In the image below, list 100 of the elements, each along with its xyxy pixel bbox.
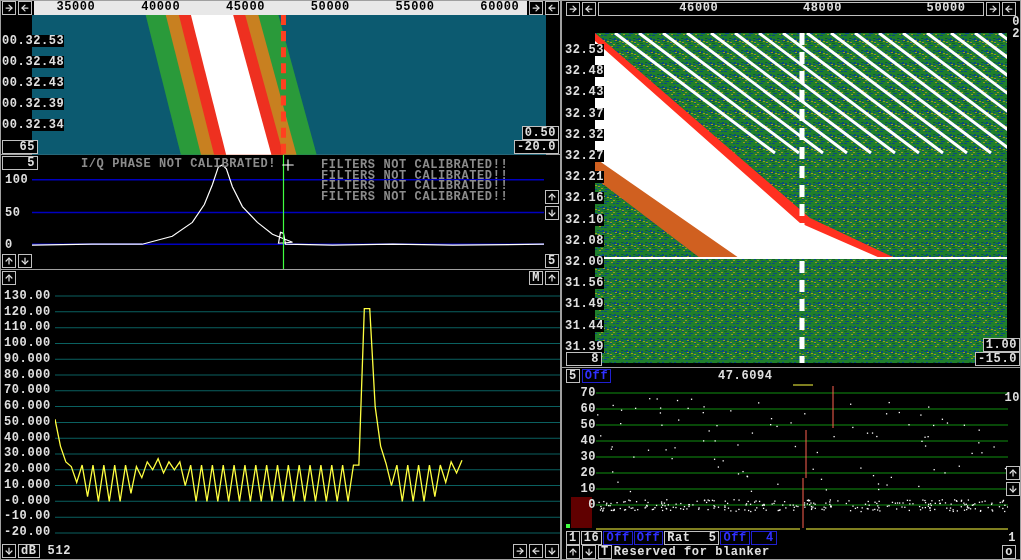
arrow-button[interactable] [513, 544, 527, 558]
value-field[interactable]: 16 [580, 530, 603, 545]
arrow-right-icon [4, 3, 14, 13]
status-indicator [566, 524, 570, 528]
arrow-button[interactable] [545, 1, 559, 15]
frequency-label: 55000 [395, 1, 435, 13]
arrow-down-icon [20, 256, 30, 266]
status-message: Reserved for blanker [613, 546, 770, 558]
axis-label: 130.00 [4, 290, 51, 302]
warning-text: I/Q PHASE NOT CALIBRATED! [81, 159, 277, 170]
arrow-button[interactable] [566, 545, 580, 559]
axis-label: 30 [580, 451, 596, 463]
arrow-button[interactable] [582, 545, 596, 559]
arrow-down-icon [547, 208, 557, 218]
axis-label: 70.000 [4, 384, 51, 397]
frequency-label: 50000 [926, 2, 966, 14]
value-field[interactable]: 5 [545, 254, 559, 268]
arrow-button[interactable] [582, 1, 596, 16]
arrow-down-icon [1008, 484, 1018, 494]
time-label: 31.39 [565, 340, 604, 353]
arrow-button[interactable] [529, 544, 543, 558]
warning-text: FILTERS NOT CALIBRATED!! [321, 181, 509, 192]
unit-button[interactable]: dB [18, 544, 40, 558]
value-field[interactable]: 8 [566, 352, 602, 366]
time-label: 32.16 [565, 192, 604, 205]
time-label: 31.49 [565, 298, 604, 311]
axis-label: 0 [5, 239, 13, 251]
arrow-up-icon [547, 192, 557, 202]
arrow-down-icon [584, 547, 594, 557]
axis-label: 100 [5, 174, 29, 186]
arrow-left-icon [584, 3, 594, 14]
value-field[interactable]: 5 [566, 369, 580, 383]
arrow-button[interactable] [2, 271, 16, 285]
axis-label: -20.00 [4, 526, 51, 538]
arrow-up-icon [1008, 468, 1018, 478]
arrow-button[interactable] [529, 1, 543, 15]
arrow-button[interactable] [2, 544, 16, 558]
arrow-button[interactable] [1006, 482, 1020, 496]
value-field[interactable]: 1.00 [982, 338, 1020, 352]
arrow-button[interactable] [545, 271, 559, 285]
axis-label: 50 [5, 206, 21, 219]
time-label: 32.27 [565, 150, 604, 162]
axis-label: 0 [588, 499, 596, 511]
time-label: 32.10 [565, 213, 604, 226]
mode-button[interactable]: M [529, 271, 543, 285]
edge-label: 0 [1012, 16, 1020, 28]
time-label: 00.32.48 [2, 56, 65, 68]
edge-label: 10 [1004, 392, 1020, 404]
arrow-down-icon [4, 546, 14, 556]
value-field[interactable]: 1 [566, 530, 580, 545]
axis-label: 60 [580, 403, 596, 415]
axis-label: 60.000 [4, 400, 51, 413]
arrow-button[interactable] [545, 544, 559, 558]
time-label: 32.53 [565, 44, 604, 56]
warning-text: FILTERS NOT CALIBRATED!! [321, 170, 509, 181]
time-label: 32.48 [565, 65, 604, 78]
time-label: 31.44 [565, 319, 604, 332]
axis-label: 110.00 [4, 321, 51, 334]
arrow-button[interactable] [545, 206, 559, 220]
time-label: 32.43 [565, 86, 604, 99]
value-field[interactable]: 65 [2, 139, 38, 154]
arrow-button[interactable] [566, 1, 580, 16]
arrow-left-icon [531, 546, 541, 556]
time-label: 32.00 [565, 256, 604, 269]
arrow-button[interactable] [18, 1, 32, 15]
axis-label: 70 [580, 387, 596, 399]
option-button[interactable]: o [1002, 545, 1016, 559]
frequency-label: 48000 [803, 2, 842, 14]
frequency-label: 35000 [56, 1, 96, 13]
text-button[interactable]: T [598, 545, 612, 559]
arrow-button[interactable] [18, 254, 32, 268]
axis-label: 90.000 [4, 352, 51, 365]
frequency-label: 40000 [141, 1, 181, 13]
arrow-down-icon [547, 546, 557, 556]
axis-label: 80.000 [4, 368, 51, 381]
edge-label: 1 [1008, 531, 1016, 544]
arrow-up-icon [568, 547, 578, 557]
arrow-up-icon [4, 256, 14, 266]
frequency-label: 46000 [679, 2, 719, 14]
axis-label: 20.000 [4, 463, 51, 476]
arrow-button[interactable] [2, 1, 16, 15]
frequency-label: 45000 [226, 1, 265, 13]
arrow-up-icon [547, 273, 557, 283]
arrow-button[interactable] [2, 254, 16, 268]
time-label: 00.32.53 [2, 35, 65, 47]
value-field[interactable]: 5 [2, 156, 38, 170]
axis-label: 50 [580, 419, 596, 431]
arrow-button[interactable] [986, 1, 1000, 16]
axis-label: 20 [580, 467, 596, 479]
warning-text: FILTERS NOT CALIBRATED!! [321, 160, 509, 171]
time-label: 00.32.43 [2, 77, 65, 89]
arrow-right-icon [568, 3, 578, 14]
value-field[interactable]: -15.0 [975, 352, 1020, 366]
arrow-button[interactable] [1002, 1, 1016, 16]
warning-text: FILTERS NOT CALIBRATED!! [321, 191, 509, 202]
arrow-button[interactable] [545, 190, 559, 204]
axis-label: 40 [580, 435, 596, 447]
frequency-label: 60000 [480, 1, 520, 13]
arrow-left-icon [1004, 3, 1014, 14]
arrow-button[interactable] [1006, 466, 1020, 480]
